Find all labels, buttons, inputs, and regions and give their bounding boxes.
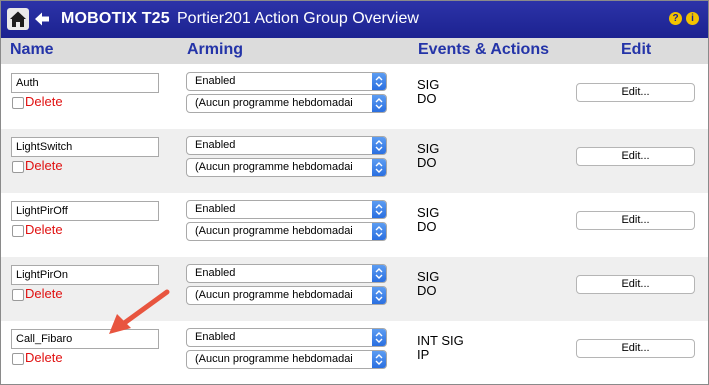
actions-line: IP (417, 347, 430, 362)
arming-select[interactable]: Enabled (186, 72, 387, 91)
delete-label: Delete (25, 350, 63, 365)
edit-button[interactable]: Edit... (576, 211, 695, 230)
events-actions: SIG DO (417, 206, 439, 234)
select-chevron-icon (372, 223, 386, 240)
action-group-name-input[interactable] (11, 265, 159, 285)
arming-select[interactable]: Enabled (186, 200, 387, 219)
select-chevron-icon (372, 329, 386, 346)
select-chevron-icon (372, 95, 386, 112)
delete-label: Delete (25, 222, 63, 237)
events-line: SIG (417, 77, 440, 92)
select-chevron-icon (372, 287, 386, 304)
schedule-select[interactable]: (Aucun programme hebdomadai (186, 158, 387, 177)
delete-checkbox[interactable] (12, 289, 24, 301)
delete-label: Delete (25, 158, 63, 173)
edit-button[interactable]: Edit... (576, 275, 695, 294)
events-line: INT SIG (417, 333, 464, 348)
arming-select[interactable]: Enabled (186, 264, 387, 283)
table-row: Delete Enabled (Aucun programme hebdomad… (1, 65, 708, 129)
info-icon[interactable]: i (686, 12, 699, 25)
select-chevron-icon (372, 159, 386, 176)
arming-select[interactable]: Enabled (186, 328, 387, 347)
edit-button[interactable]: Edit... (576, 147, 695, 166)
select-chevron-icon (372, 201, 386, 218)
events-actions: SIG DO (417, 78, 439, 106)
delete-label: Delete (25, 286, 63, 301)
schedule-select[interactable]: (Aucun programme hebdomadai (186, 350, 387, 369)
schedule-select[interactable]: (Aucun programme hebdomadai (186, 286, 387, 305)
events-actions: INT SIG IP (417, 334, 464, 362)
actions-line: DO (417, 283, 437, 298)
schedule-select-value: (Aucun programme hebdomadai (195, 97, 353, 109)
delete-checkbox[interactable] (12, 161, 24, 173)
events-line: SIG (417, 141, 440, 156)
arming-select-value: Enabled (195, 203, 236, 215)
actions-line: DO (417, 155, 437, 170)
delete-label: Delete (25, 94, 63, 109)
annotation-arrow-icon (109, 289, 170, 334)
home-icon[interactable] (7, 8, 29, 30)
select-chevron-icon (372, 73, 386, 90)
column-header-arming: Arming (187, 41, 243, 58)
edit-button[interactable]: Edit... (576, 83, 695, 102)
title-bar: MOBOTIX T25 Portier201 Action Group Over… (1, 1, 708, 38)
arming-select-value: Enabled (195, 267, 236, 279)
arming-select-value: Enabled (195, 139, 236, 151)
schedule-select[interactable]: (Aucun programme hebdomadai (186, 222, 387, 241)
table-row: Delete Enabled (Aucun programme hebdomad… (1, 193, 708, 257)
schedule-select-value: (Aucun programme hebdomadai (195, 161, 353, 173)
brand-title: MOBOTIX T25 (61, 10, 170, 27)
delete-checkbox[interactable] (12, 97, 24, 109)
arming-select-value: Enabled (195, 75, 236, 87)
actions-line: DO (417, 91, 437, 106)
events-line: SIG (417, 205, 440, 220)
events-actions: SIG DO (417, 270, 439, 298)
action-group-name-input[interactable] (11, 73, 159, 93)
delete-checkbox[interactable] (12, 353, 24, 365)
action-group-name-input[interactable] (11, 201, 159, 221)
back-arrow-icon[interactable] (33, 10, 51, 28)
select-chevron-icon (372, 351, 386, 368)
schedule-select-value: (Aucun programme hebdomadai (195, 353, 353, 365)
table-header: Name Arming Events & Actions Edit (1, 38, 708, 64)
table-row: Delete Enabled (Aucun programme hebdomad… (1, 129, 708, 193)
arming-select[interactable]: Enabled (186, 136, 387, 155)
delete-checkbox[interactable] (12, 225, 24, 237)
column-header-edit: Edit (621, 41, 652, 58)
page-title: Portier201 Action Group Overview (177, 10, 419, 27)
schedule-select-value: (Aucun programme hebdomadai (195, 289, 353, 301)
select-chevron-icon (372, 137, 386, 154)
actions-line: DO (417, 219, 437, 234)
schedule-select[interactable]: (Aucun programme hebdomadai (186, 94, 387, 113)
select-chevron-icon (372, 265, 386, 282)
help-icon[interactable]: ? (669, 12, 682, 25)
events-actions: SIG DO (417, 142, 439, 170)
events-line: SIG (417, 269, 440, 284)
column-header-events: Events & Actions (418, 41, 549, 58)
schedule-select-value: (Aucun programme hebdomadai (195, 225, 353, 237)
app-window: MOBOTIX T25 Portier201 Action Group Over… (0, 0, 709, 385)
edit-button[interactable]: Edit... (576, 339, 695, 358)
action-group-name-input[interactable] (11, 137, 159, 157)
arming-select-value: Enabled (195, 331, 236, 343)
column-header-name: Name (10, 41, 54, 58)
